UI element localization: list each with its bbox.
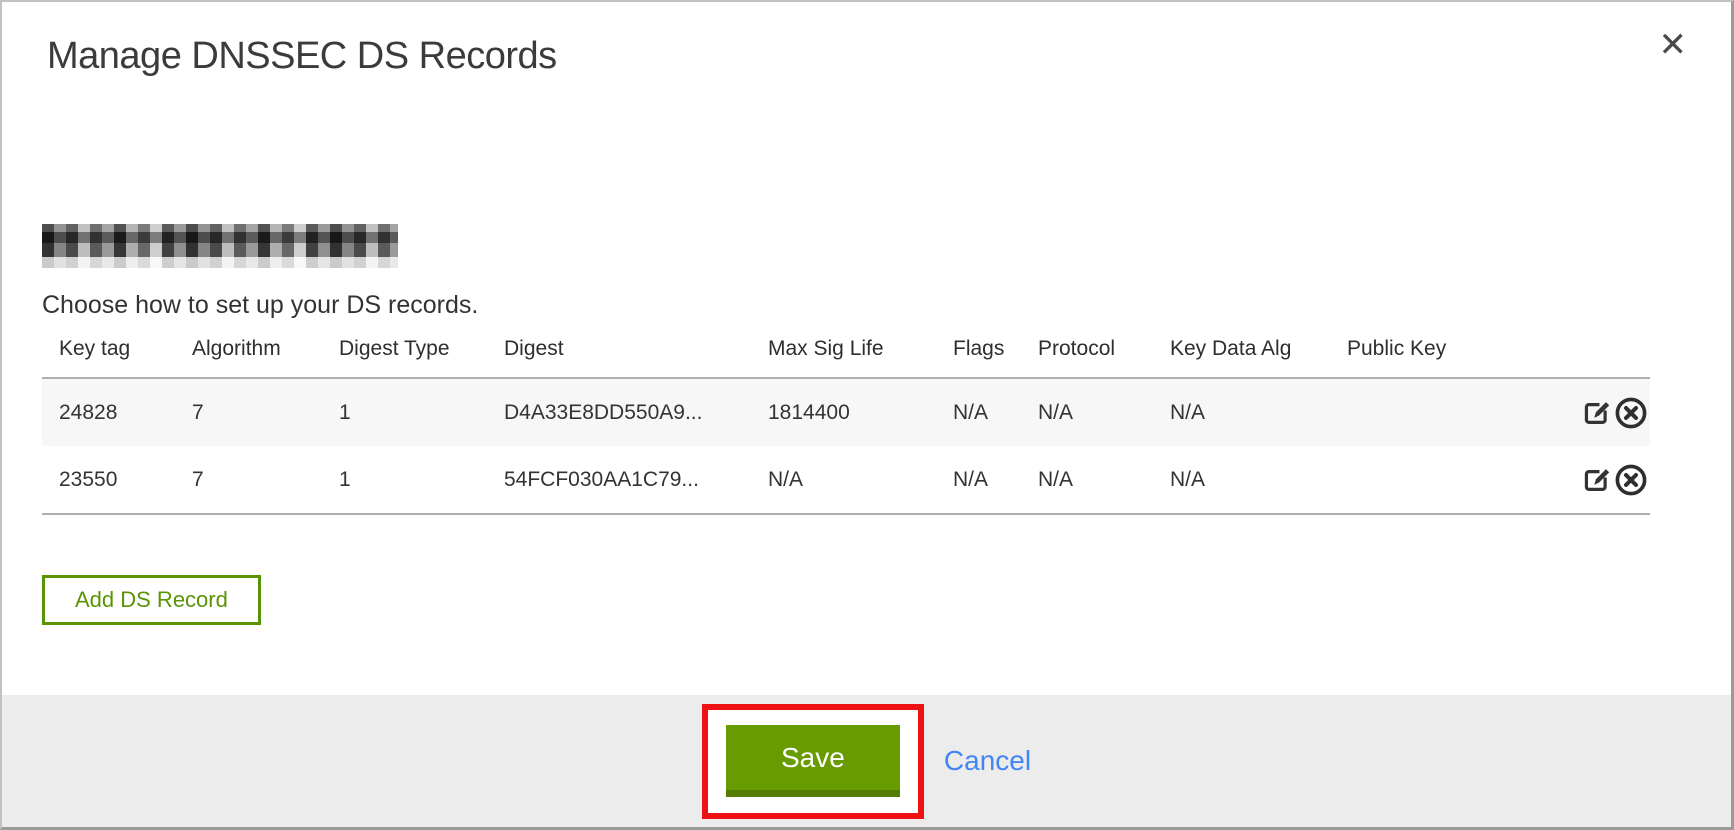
edit-record-icon[interactable] [1581,397,1613,429]
cell-public-key [1330,378,1545,446]
header-key-tag: Key tag [42,337,175,378]
header-digest-type: Digest Type [322,337,487,378]
instruction-text: Choose how to set up your DS records. [42,291,478,320]
cell-protocol: N/A [1021,378,1153,446]
row-actions [1562,396,1650,430]
red-annotation-box: Save [702,704,924,819]
manage-dnssec-dialog: Manage DNSSEC DS Records ✕ Choose how to… [0,0,1734,830]
delete-record-icon[interactable] [1614,396,1648,430]
header-protocol: Protocol [1021,337,1153,378]
header-max-sig-life: Max Sig Life [751,337,936,378]
header-algorithm: Algorithm [175,337,322,378]
cell-max-sig-life: N/A [751,446,936,514]
table-row: 24828 7 1 D4A33E8DD550A9... 1814400 N/A … [42,378,1650,446]
header-public-key: Public Key [1330,337,1545,378]
cell-max-sig-life: 1814400 [751,378,936,446]
cell-key-data-alg: N/A [1153,446,1330,514]
table-row: 23550 7 1 54FCF030AA1C79... N/A N/A N/A … [42,446,1650,514]
cancel-link[interactable]: Cancel [944,745,1031,777]
delete-record-icon[interactable] [1614,463,1648,497]
cell-digest: 54FCF030AA1C79... [487,446,751,514]
cell-digest-type: 1 [322,446,487,514]
domain-name-redacted [42,224,398,268]
header-key-data-alg: Key Data Alg [1153,337,1330,378]
cell-protocol: N/A [1021,446,1153,514]
edit-record-icon[interactable] [1581,464,1613,496]
table-header-row: Key tag Algorithm Digest Type Digest Max… [42,337,1650,378]
add-ds-record-button[interactable]: Add DS Record [42,575,261,625]
dialog-footer: Save Cancel [2,695,1731,827]
cell-algorithm: 7 [175,446,322,514]
cell-flags: N/A [936,378,1021,446]
cell-key-tag: 23550 [42,446,175,514]
header-flags: Flags [936,337,1021,378]
header-actions [1545,337,1650,378]
cell-digest: D4A33E8DD550A9... [487,378,751,446]
cell-digest-type: 1 [322,378,487,446]
cell-public-key [1330,446,1545,514]
save-button[interactable]: Save [726,725,900,797]
cell-algorithm: 7 [175,378,322,446]
cell-key-tag: 24828 [42,378,175,446]
dialog-title: Manage DNSSEC DS Records [47,35,557,78]
cell-key-data-alg: N/A [1153,378,1330,446]
ds-records-table: Key tag Algorithm Digest Type Digest Max… [42,337,1650,515]
cell-flags: N/A [936,446,1021,514]
header-digest: Digest [487,337,751,378]
row-actions [1562,463,1650,497]
close-icon[interactable]: ✕ [1655,24,1692,66]
